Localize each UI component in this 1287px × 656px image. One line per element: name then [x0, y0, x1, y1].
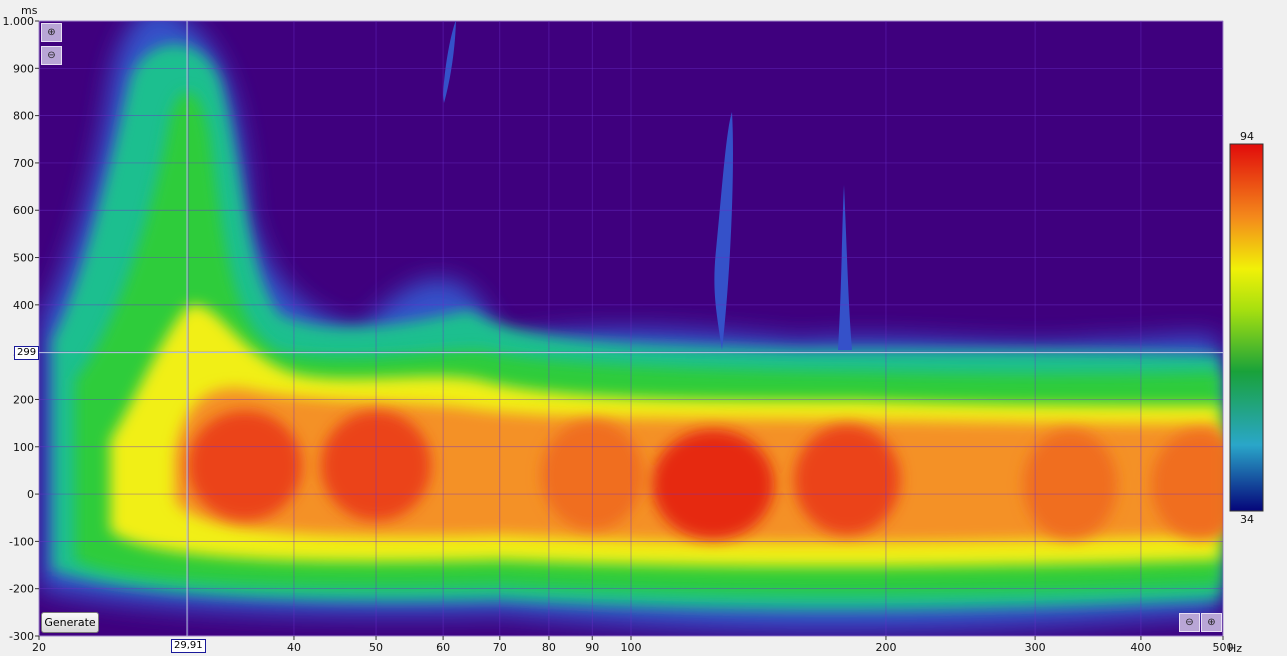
x-zoom-in-icon[interactable]: ⊕ — [1201, 613, 1222, 632]
y-tick-label: 800 — [13, 110, 34, 123]
y-tick-label: -100 — [9, 535, 34, 548]
y-tick-label: 200 — [13, 393, 34, 406]
x-tick-label: 90 — [585, 641, 599, 652]
x-tick-label: 60 — [436, 641, 450, 652]
y-zoom-in-icon[interactable]: ⊕ — [41, 23, 62, 42]
generate-button[interactable]: Generate — [41, 612, 99, 633]
y-tick-label: 500 — [13, 252, 34, 265]
y-tick-label: -200 — [9, 583, 34, 596]
x-tick-label: 200 — [875, 641, 896, 652]
x-tick-label: 50 — [369, 641, 383, 652]
y-tick-label: 0 — [27, 488, 34, 501]
peak-region — [794, 424, 901, 535]
peak-region — [652, 429, 775, 540]
x-tick-label: 100 — [621, 641, 642, 652]
peak-region — [187, 410, 302, 521]
spectrogram-svg[interactable]: 20 40 50 60 70 80 90 100 200 300 400 500 -300 -200 -1… — [0, 0, 1287, 655]
spectrogram-chart: 20 40 50 60 70 80 90 100 200 300 400 500 -300 -200 -1… — [0, 0, 1287, 655]
y-unit-label: ms — [21, 4, 38, 17]
y-tick-label: 900 — [13, 62, 34, 75]
y-tick-label: 700 — [13, 157, 34, 170]
y-tick-label: 100 — [13, 441, 34, 454]
cursor-x-readout: 29,91 — [171, 639, 206, 653]
x-tick-label: 70 — [493, 641, 507, 652]
colorbar — [1229, 143, 1264, 512]
colorbar-min-label: 34 — [1240, 513, 1254, 526]
y-tick-label: -300 — [9, 630, 34, 643]
x-tick-label: 300 — [1025, 641, 1046, 652]
x-zoom-out-icon[interactable]: ⊖ — [1179, 613, 1200, 632]
x-tick-label: 40 — [287, 641, 301, 652]
x-tick-label: 80 — [542, 641, 556, 652]
x-tick-label: 20 — [32, 641, 46, 652]
x-tick-label: 400 — [1130, 641, 1151, 652]
peak-region — [1023, 429, 1118, 540]
x-unit-label: Hz — [1228, 642, 1242, 652]
y-zoom-out-icon[interactable]: ⊖ — [41, 46, 62, 65]
cursor-y-readout: 299 — [14, 346, 40, 360]
y-tick-label: 600 — [13, 204, 34, 217]
y-tick-label: 400 — [13, 299, 34, 312]
colorbar-max-label: 94 — [1240, 130, 1254, 143]
